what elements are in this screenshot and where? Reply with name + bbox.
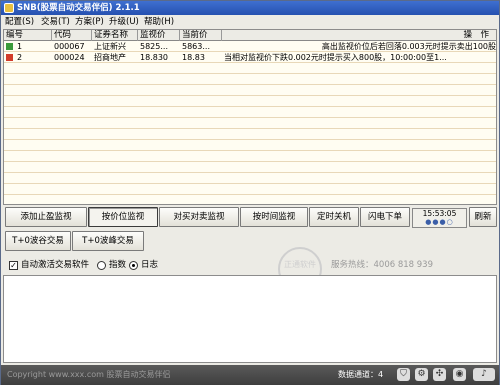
flash-order-button[interactable]: 闪电下单 [360, 207, 410, 227]
timed-shutdown-button[interactable]: 定时关机 [309, 207, 359, 227]
action-toolbar: 添加止盈监视 按价位监视 对买对卖监视 按时间监视 定时关机 闪电下单 15:5… [1, 207, 499, 229]
empty-row [4, 151, 496, 162]
network-icon[interactable]: ✣ [433, 368, 446, 381]
clock-time: 15:53:05 [422, 209, 457, 218]
log-radio-label: 日志 [141, 260, 159, 270]
log-panel[interactable] [3, 275, 497, 363]
empty-row [4, 63, 496, 74]
index-radio-label: 指数 [109, 260, 127, 270]
app-icon [4, 3, 14, 13]
cell-watch-price: 5825... [140, 42, 168, 51]
table-row[interactable]: 1 000067 上证新兴 5825... 5863... 高出监视价位后若回落… [4, 41, 496, 52]
t0-toolbar: T+0波谷交易 T+0波峰交易 [1, 231, 499, 253]
hotline-text: 服务热线：4006 818 939 [331, 260, 433, 270]
row-status-icon [6, 54, 13, 61]
monitor-table[interactable]: 编号 代码 证券名称 监视价 当前价 操 作 1 000067 上证新兴 582… [3, 29, 497, 205]
menu-trade[interactable]: 交易(T) [39, 16, 72, 28]
progress-dots: ●●●○ [425, 218, 454, 226]
speaker-icon[interactable]: ♪ [473, 368, 495, 381]
data-channel: 数据通道：4 [338, 370, 384, 379]
cell-operation: 当相对监视价下跌0.002元时提示买入800股，10:00:00至1... [224, 53, 447, 62]
shield-icon[interactable]: ⛉ [397, 368, 410, 381]
empty-row [4, 140, 496, 151]
title-bar: SNB(股票自动交易伴侣) 2.1.1 [1, 1, 499, 15]
settings-icon[interactable]: ⚙ [415, 368, 428, 381]
empty-row [4, 184, 496, 195]
eye-icon[interactable]: ◉ [453, 368, 466, 381]
col-num[interactable]: 编号 [4, 30, 52, 41]
cell-code: 000067 [54, 42, 85, 51]
hold-monitor-button[interactable]: 按价位监视 [88, 207, 158, 227]
menu-upgrade[interactable]: 升级(U) [107, 16, 141, 28]
auto-activate-label: 自动激活交易软件 [21, 260, 90, 270]
cell-num: 1 [17, 42, 23, 51]
menu-plan[interactable]: 方案(P) [73, 16, 106, 28]
log-radio[interactable] [129, 261, 138, 270]
time-monitor-button[interactable]: 按时间监视 [240, 207, 308, 227]
cell-num: 2 [17, 53, 23, 62]
refresh-button[interactable]: 刷新 [469, 207, 497, 227]
table-row[interactable]: 2 000024 招商地产 18.830 18.83 当相对监视价下跌0.002… [4, 52, 496, 63]
cell-operation: 高出监视价位后若回落0.003元时提示卖出100股 [321, 42, 496, 51]
cell-current-price: 18.83 [182, 53, 205, 62]
window-title: SNB(股票自动交易伴侣) 2.1.1 [17, 3, 140, 13]
empty-row [4, 85, 496, 96]
menu-bar: 配置(S) 交易(T) 方案(P) 升级(U) 帮助(H) [1, 15, 499, 29]
col-current-price[interactable]: 当前价 [180, 30, 222, 41]
clock-panel: 15:53:05 ●●●○ [412, 208, 467, 228]
empty-row [4, 107, 496, 118]
col-operation[interactable]: 操 作 [222, 30, 496, 41]
cell-name: 上证新兴 [94, 42, 126, 51]
col-code[interactable]: 代码 [52, 30, 92, 41]
col-watch-price[interactable]: 监视价 [138, 30, 180, 41]
menu-config[interactable]: 配置(S) [3, 16, 36, 28]
options-row: ✓ 自动激活交易软件 指数 日志 服务热线：4006 818 939 [1, 257, 499, 273]
app-window: SNB(股票自动交易伴侣) 2.1.1 配置(S) 交易(T) 方案(P) 升级… [0, 0, 500, 385]
pair-trade-button[interactable]: 对买对卖监视 [159, 207, 239, 227]
empty-row [4, 195, 496, 204]
col-name[interactable]: 证券名称 [92, 30, 138, 41]
cell-watch-price: 18.830 [140, 53, 168, 62]
t0-peak-button[interactable]: T+0波峰交易 [72, 231, 144, 251]
status-bar: Copyright www.xxx.com 股票自动交易伴侣 数据通道：4 ⛉ … [1, 365, 499, 385]
empty-row [4, 74, 496, 85]
empty-row [4, 173, 496, 184]
table-header: 编号 代码 证券名称 监视价 当前价 操 作 [4, 30, 496, 41]
auto-activate-checkbox[interactable]: ✓ [9, 261, 18, 270]
empty-row [4, 118, 496, 129]
cell-current-price: 5863... [182, 42, 210, 51]
t0-band-button[interactable]: T+0波谷交易 [5, 231, 71, 251]
cell-code: 000024 [54, 53, 85, 62]
row-status-icon [6, 43, 13, 50]
index-radio[interactable] [97, 261, 106, 270]
add-take-profit-button[interactable]: 添加止盈监视 [5, 207, 87, 227]
empty-row [4, 129, 496, 140]
empty-row [4, 162, 496, 173]
menu-help[interactable]: 帮助(H) [142, 16, 176, 28]
empty-row [4, 96, 496, 107]
copyright-text: Copyright www.xxx.com 股票自动交易伴侣 [7, 370, 171, 379]
cell-name: 招商地产 [94, 53, 126, 62]
